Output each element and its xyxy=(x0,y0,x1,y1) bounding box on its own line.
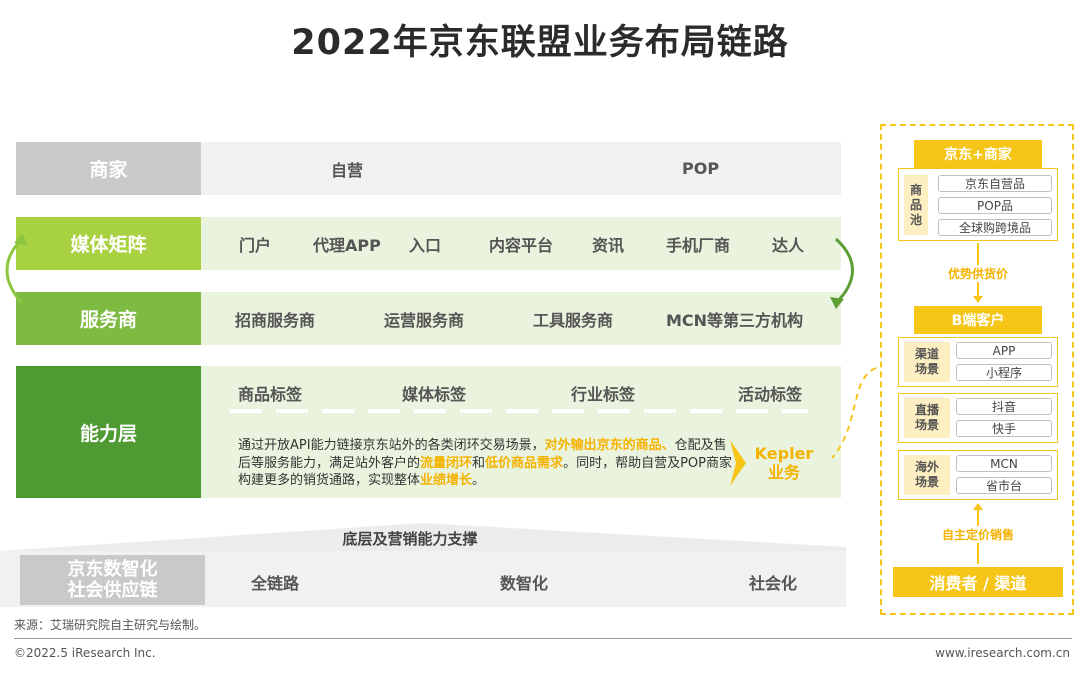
group-label-text: 海外场景 xyxy=(914,460,939,489)
base-title: 底层及营销能力支撑 xyxy=(342,530,478,548)
base-row-label: 京东数智化 社会供应链 xyxy=(20,555,205,605)
merchant-item: 自营 xyxy=(331,160,364,180)
group-item: 小程序 xyxy=(956,364,1052,381)
top-header-text: 京东+商家 xyxy=(944,147,1012,163)
ability-tag: 行业标签 xyxy=(571,385,636,404)
base-item: 全链路 xyxy=(251,574,300,593)
footer-divider xyxy=(14,638,1072,639)
kepler-label: Kepler 业务 xyxy=(748,444,820,482)
desc-highlight: 流量闭环 xyxy=(420,455,473,471)
merchant-label-text: 商家 xyxy=(89,159,128,181)
top-header: 京东+商家 xyxy=(914,140,1042,168)
group-item: APP xyxy=(956,342,1052,359)
base-label-line: 社会供应链 xyxy=(67,580,158,601)
desc-highlight: 业绩增长 xyxy=(420,473,473,488)
pool-item: 全球购跨境品 xyxy=(938,219,1052,236)
group-item: 抖音 xyxy=(956,398,1052,415)
pricing-note: 自主定价销售 xyxy=(923,526,1033,543)
ability-description: 通过开放API能力链接京东站外的各类闭环交易场景，对外输出京东的商品、仓配及售后… xyxy=(238,437,738,490)
bottom-header: 消费者 / 渠道 xyxy=(893,567,1063,597)
kepler-line: 业务 xyxy=(767,463,800,482)
merchant-row-label: 商家 xyxy=(16,142,201,195)
kepler-line: Kepler xyxy=(754,444,814,463)
base-item: 数智化 xyxy=(500,574,549,593)
group-label: 渠道场景 xyxy=(904,342,950,382)
ability-label-text: 能力层 xyxy=(79,422,137,445)
group-label: 海外场景 xyxy=(904,455,950,495)
flow-arrowhead-down xyxy=(973,296,983,303)
ability-tag: 商品标签 xyxy=(238,385,303,404)
group-item: 省市台 xyxy=(956,477,1052,494)
b-header: B端客户 xyxy=(914,306,1042,334)
ability-tag: 活动标签 xyxy=(738,385,803,404)
desc-text: 。 xyxy=(472,473,486,488)
ability-tag: 媒体标签 xyxy=(402,385,467,404)
merchant-row-body: 自营 POP xyxy=(201,142,841,195)
group-item: MCN xyxy=(956,455,1052,472)
desc-text: 通过开放API能力链接京东站外的各类闭环交易场景， xyxy=(238,438,545,453)
copyright: ©2022.5 iResearch Inc. xyxy=(14,646,156,660)
source-note: 来源：艾瑞研究院自主研究与绘制。 xyxy=(14,618,207,632)
site-url: www.iresearch.com.cn xyxy=(935,646,1070,660)
desc-text: 和 xyxy=(472,455,486,471)
merchant-item: POP xyxy=(682,159,720,178)
group-label: 直播场景 xyxy=(904,398,950,438)
b-header-text: B端客户 xyxy=(951,313,1005,329)
chevron-right-icon xyxy=(730,440,746,486)
page-title: 2022年京东联盟业务布局链路 xyxy=(291,23,789,63)
group-label-text: 直播场景 xyxy=(914,403,939,432)
tag-divider xyxy=(230,409,808,413)
bottom-header-text: 消费者 / 渠道 xyxy=(929,574,1027,593)
pool-item: POP品 xyxy=(938,197,1052,214)
group-item: 快手 xyxy=(956,420,1052,437)
advantage-note: 优势供货价 xyxy=(928,265,1028,282)
pool-label-text: 商品池 xyxy=(909,182,922,227)
desc-highlight: 对外输出京东的商品、 xyxy=(544,438,675,453)
base-item: 社会化 xyxy=(749,574,798,593)
desc-highlight: 低价商品需求 xyxy=(485,455,564,471)
ability-row-label: 能力层 xyxy=(16,366,201,498)
pool-label: 商品池 xyxy=(904,175,928,235)
pool-item: 京东自营品 xyxy=(938,175,1052,192)
group-label-text: 渠道场景 xyxy=(914,347,939,376)
base-label-line: 京东数智化 xyxy=(67,559,158,580)
